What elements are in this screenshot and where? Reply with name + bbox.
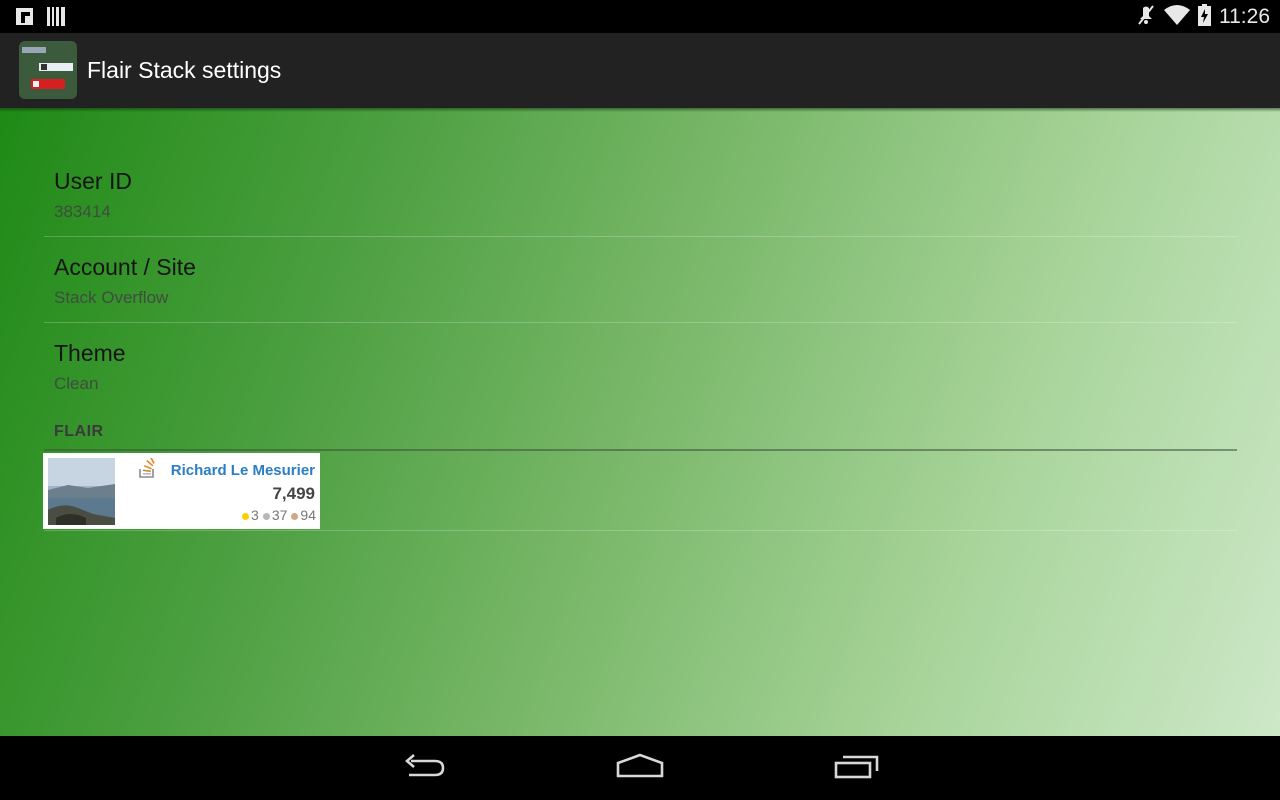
gold-badge-count: 3 (251, 507, 259, 523)
pref-theme[interactable]: Theme Clean (44, 323, 1237, 409)
flair-stack-app-icon[interactable] (19, 41, 77, 99)
pref-account-site[interactable]: Account / Site Stack Overflow (44, 237, 1237, 323)
flair-user-name[interactable]: Richard Le Mesurier (171, 462, 315, 479)
gold-badge-dot-icon (242, 512, 250, 520)
navigation-bar (0, 736, 1280, 800)
bronze-badge-count: 94 (300, 507, 316, 523)
gold-badge: 3 (242, 507, 259, 523)
action-bar: Flair Stack settings (0, 33, 1280, 108)
avatar (48, 458, 115, 525)
flair-badges: 3 37 94 (242, 507, 316, 523)
pref-user-id[interactable]: User ID 383414 (44, 151, 1237, 237)
barcode-icon (47, 7, 65, 31)
silver-badge-count: 37 (271, 507, 288, 523)
flair-reputation: 7,499 (272, 484, 315, 503)
bronze-badge: 94 (291, 507, 316, 523)
home-icon (615, 753, 665, 784)
flair-divider (44, 530, 1237, 531)
pref-summary: Clean (54, 374, 99, 393)
home-button[interactable] (610, 750, 670, 786)
wifi-icon (1164, 4, 1190, 30)
page-title: Flair Stack settings (87, 57, 282, 83)
flair-card[interactable]: Richard Le Mesurier 7,499 3 37 94 (43, 453, 320, 529)
back-icon (401, 753, 447, 784)
pref-summary: 383414 (54, 202, 111, 221)
stackoverflow-icon (139, 455, 155, 483)
pref-title: User ID (54, 168, 132, 194)
system-icons: 11:26 (1136, 3, 1270, 31)
settings-list: User ID 383414 Account / Site Stack Over… (0, 108, 1280, 736)
clock: 11:26 (1219, 5, 1270, 28)
pref-title: Theme (54, 340, 126, 366)
bronze-badge-dot-icon (291, 512, 299, 520)
category-divider (44, 449, 1237, 451)
recents-button[interactable] (827, 750, 887, 786)
back-button[interactable] (394, 750, 454, 786)
silver-badge-dot-icon (262, 512, 270, 520)
notification-icons (16, 7, 65, 31)
flipboard-icon (16, 8, 33, 30)
silver-badge: 37 (262, 507, 288, 523)
mute-icon (1136, 4, 1156, 31)
pref-title: Account / Site (54, 254, 196, 280)
pref-summary: Stack Overflow (54, 288, 169, 307)
battery-charging-icon (1198, 3, 1211, 31)
status-bar: 11:26 (0, 0, 1280, 33)
recents-icon (833, 753, 881, 784)
flair-category-header: FLAIR (54, 423, 104, 440)
action-bar-shadow (0, 108, 1280, 112)
